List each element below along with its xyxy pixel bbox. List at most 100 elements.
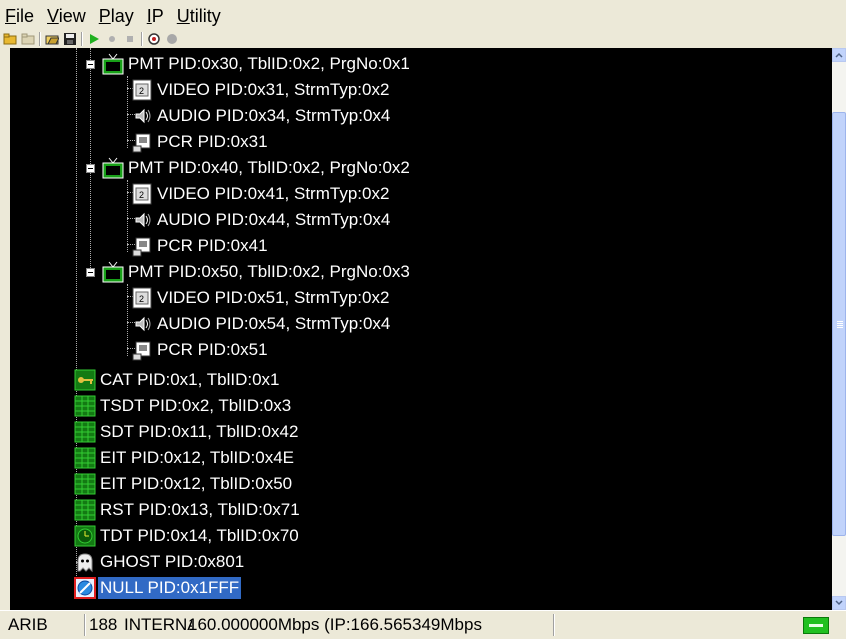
table-icon [74, 447, 96, 469]
menu-bar: File View Play IP Utility [0, 0, 846, 30]
tree-node-audio[interactable]: AUDIO PID:0x34, StrmTyp:0x4 [131, 103, 392, 129]
tree-node-tsdt[interactable]: TSDT PID:0x2, TblID:0x3 [74, 393, 293, 419]
stop-icon[interactable] [122, 32, 138, 46]
scroll-up-button[interactable] [832, 48, 846, 62]
tree-node-label: EIT PID:0x12, TblID:0x4E [100, 448, 295, 467]
tree-node-label: PMT PID:0x30, TblID:0x2, PrgNo:0x1 [128, 54, 410, 73]
menu-file[interactable]: File [5, 0, 34, 26]
status-divider [84, 614, 86, 636]
table-icon [74, 421, 96, 443]
scroll-down-button[interactable] [832, 596, 846, 610]
tv-icon [102, 157, 124, 179]
menu-ip[interactable]: IP [147, 0, 164, 26]
tree-node-pmt[interactable]: PMT PID:0x50, TblID:0x2, PrgNo:0x3 [102, 259, 412, 285]
tree-node-pcr[interactable]: PCR PID:0x41 [131, 233, 270, 259]
status-divider [553, 614, 555, 636]
tree-node-rst[interactable]: RST PID:0x13, TblID:0x71 [74, 497, 302, 523]
tree-node-sdt[interactable]: SDT PID:0x11, TblID:0x42 [74, 419, 300, 445]
table-icon [74, 499, 96, 521]
target-icon[interactable] [146, 32, 162, 46]
time-table-icon [74, 525, 96, 547]
status-packet-size: 188 [89, 615, 118, 634]
tree-node-label: PCR PID:0x51 [157, 340, 268, 359]
save-icon[interactable] [62, 32, 78, 46]
collapse-toggle[interactable] [86, 268, 95, 277]
tree-node-label: GHOST PID:0x801 [100, 552, 245, 571]
record-icon[interactable] [104, 32, 120, 46]
menu-view[interactable]: View [47, 0, 86, 26]
play-icon[interactable] [86, 32, 102, 46]
tree-node-pmt[interactable]: PMT PID:0x30, TblID:0x2, PrgNo:0x1 [102, 51, 412, 77]
tree-node-tdt[interactable]: TDT PID:0x14, TblID:0x70 [74, 523, 301, 549]
status-bar: ARIB 188 INTERNA 160.000000Mbps (IP:166.… [0, 610, 846, 639]
tree-node-cat[interactable]: CAT PID:0x1, TblID:0x1 [74, 367, 282, 393]
tree-node-label: VIDEO PID:0x41, StrmTyp:0x2 [157, 184, 390, 203]
tree-node-label: PCR PID:0x31 [157, 132, 268, 151]
ghost-icon [74, 551, 96, 573]
tree-node-eit[interactable]: EIT PID:0x12, TblID:0x4E [74, 445, 296, 471]
null-icon [74, 577, 96, 599]
chevron-up-icon [835, 52, 843, 58]
chevron-down-icon [835, 600, 843, 606]
tree-node-label: AUDIO PID:0x44, StrmTyp:0x4 [157, 210, 391, 229]
tree-node-pcr[interactable]: PCR PID:0x51 [131, 337, 270, 363]
film-icon: 2 [131, 287, 153, 309]
tree-node-null[interactable]: NULL PID:0x1FFF [74, 575, 242, 601]
tree-node-label: VIDEO PID:0x51, StrmTyp:0x2 [157, 288, 390, 307]
tree-node-label: PCR PID:0x41 [157, 236, 268, 255]
circle-icon[interactable] [164, 32, 180, 46]
tree-node-video[interactable]: 2 VIDEO PID:0x51, StrmTyp:0x2 [131, 285, 391, 311]
film-icon: 2 [131, 183, 153, 205]
toolbar-separator [141, 32, 143, 46]
tree-node-video[interactable]: 2 VIDEO PID:0x31, StrmTyp:0x2 [131, 77, 391, 103]
tv-icon [102, 261, 124, 283]
status-indicator-icon [803, 617, 829, 634]
collapse-toggle[interactable] [86, 60, 95, 69]
tree-node-label: NULL PID:0x1FFF [98, 577, 242, 599]
collapse-toggle[interactable] [86, 164, 95, 173]
tv-icon [102, 53, 124, 75]
tree-node-label: RST PID:0x13, TblID:0x71 [100, 500, 300, 519]
stream-tree-view[interactable]: PMT PID:0x30, TblID:0x2, PrgNo:0x1 2 VID… [10, 48, 832, 610]
tree-node-label: PMT PID:0x40, TblID:0x2, PrgNo:0x2 [128, 158, 410, 177]
status-source: INTERNA [124, 615, 192, 634]
speaker-icon [131, 105, 153, 127]
tree-node-audio[interactable]: AUDIO PID:0x44, StrmTyp:0x4 [131, 207, 392, 233]
tree-node-audio[interactable]: AUDIO PID:0x54, StrmTyp:0x4 [131, 311, 392, 337]
tree-node-label: PMT PID:0x50, TblID:0x2, PrgNo:0x3 [128, 262, 410, 281]
svg-text:2: 2 [139, 294, 144, 304]
menu-play[interactable]: Play [99, 0, 134, 26]
speaker-icon [131, 209, 153, 231]
table-icon [74, 395, 96, 417]
menu-utility[interactable]: Utility [177, 0, 221, 26]
clock-box-icon [131, 339, 153, 361]
new-folder-icon[interactable] [2, 32, 18, 46]
scroll-thumb[interactable] [832, 112, 846, 536]
tree-node-pcr[interactable]: PCR PID:0x31 [131, 129, 270, 155]
clock-box-icon [131, 235, 153, 257]
tree-node-label: AUDIO PID:0x34, StrmTyp:0x4 [157, 106, 391, 125]
tree-node-label: CAT PID:0x1, TblID:0x1 [100, 370, 280, 389]
toolbar [0, 30, 846, 48]
open-icon[interactable] [44, 32, 60, 46]
tree-node-ghost[interactable]: GHOST PID:0x801 [74, 549, 246, 575]
tree-node-eit[interactable]: EIT PID:0x12, TblID:0x50 [74, 471, 294, 497]
tree-node-label: VIDEO PID:0x31, StrmTyp:0x2 [157, 80, 390, 99]
tree-node-pmt[interactable]: PMT PID:0x40, TblID:0x2, PrgNo:0x2 [102, 155, 412, 181]
svg-text:2: 2 [139, 190, 144, 200]
status-bitrate: 160.000000Mbps (IP:166.565349Mbps [188, 615, 482, 634]
open-folder-icon[interactable] [20, 32, 36, 46]
tree-node-label: EIT PID:0x12, TblID:0x50 [100, 474, 293, 493]
status-standard: ARIB [8, 615, 48, 634]
svg-text:2: 2 [139, 86, 144, 96]
key-table-icon [74, 369, 96, 391]
vertical-scrollbar[interactable] [832, 48, 846, 610]
tree-node-label: TSDT PID:0x2, TblID:0x3 [100, 396, 292, 415]
tree-node-label: AUDIO PID:0x54, StrmTyp:0x4 [157, 314, 391, 333]
film-icon: 2 [131, 79, 153, 101]
tree-node-label: SDT PID:0x11, TblID:0x42 [100, 422, 299, 441]
toolbar-separator [39, 32, 41, 46]
clock-box-icon [131, 131, 153, 153]
tree-node-video[interactable]: 2 VIDEO PID:0x41, StrmTyp:0x2 [131, 181, 391, 207]
tree-node-label: TDT PID:0x14, TblID:0x70 [100, 526, 299, 545]
